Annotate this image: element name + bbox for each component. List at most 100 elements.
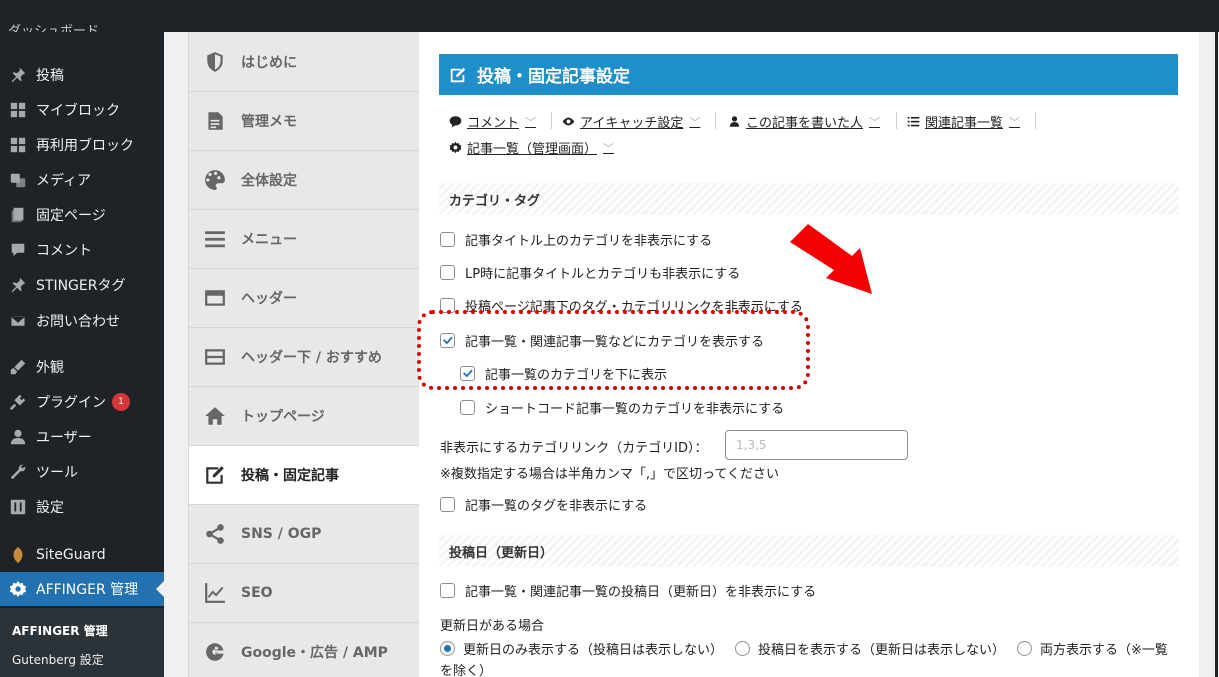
checkbox[interactable] [440, 497, 455, 512]
tab-header-below[interactable]: ヘッダー下 / おすすめ [189, 328, 420, 387]
wp-submenu-affinger-admin[interactable]: AFFINGER 管理 [12, 622, 108, 639]
tab-label: はじめに [241, 55, 297, 71]
option-label: ショートコード記事一覧のカテゴリを非表示にする [485, 402, 785, 417]
option-hide-shortcode-category[interactable]: ショートコード記事一覧のカテゴリを非表示にする [460, 398, 784, 417]
wp-menu-users[interactable]: ユーザー [0, 420, 164, 454]
wrench-icon [0, 463, 36, 481]
tab-seo[interactable]: SEO [189, 564, 420, 623]
checkbox[interactable] [460, 400, 475, 415]
plugin-icon [0, 393, 36, 411]
radio[interactable] [1017, 641, 1032, 656]
hide-category-id-input[interactable]: 1,3,5 [725, 430, 908, 460]
wp-menu-stinger-tag[interactable]: STINGERタグ [0, 268, 164, 302]
tab-menu[interactable]: メニュー [189, 210, 420, 269]
subnav-comment[interactable]: コメント ﹀ [449, 112, 536, 131]
radio-label: 更新日のみ表示する（投稿日は表示しない） [463, 643, 724, 658]
wp-menu-label: SiteGuard [36, 547, 106, 563]
wp-menu-label: ツール [36, 465, 78, 481]
palette-icon [189, 169, 241, 191]
tab-posts-pages[interactable]: 投稿・固定記事 [189, 446, 420, 505]
option-label: 記事一覧のタグを非表示にする [465, 499, 648, 514]
wp-menu-label: STINGERタグ [36, 278, 126, 294]
gear-icon [0, 580, 36, 598]
admin-top-bar: ダッシュボード [0, 0, 1219, 32]
page-icon [0, 206, 36, 224]
wp-menu-comments[interactable]: コメント [0, 233, 164, 267]
option-hide-tags-in-list[interactable]: 記事一覧のタグを非表示にする [440, 495, 647, 514]
subnav-eyecatch[interactable]: アイキャッチ設定 ﹀ [562, 112, 700, 131]
wp-admin-sidebar: 投稿 マイブロック 再利用ブロック メディア 固定ページ コメント STINGE… [0, 32, 164, 677]
blocks-icon [0, 101, 36, 119]
wp-menu-reusable-blocks[interactable]: 再利用ブロック [0, 128, 164, 162]
wp-menu-plugins[interactable]: プラグイン 1 [0, 385, 164, 419]
tab-label: 投稿・固定記事 [241, 468, 339, 484]
subnav-divider [1035, 112, 1036, 129]
tab-google-ads-amp[interactable]: Google・広告 / AMP [189, 623, 420, 677]
wp-menu-affinger-admin[interactable]: AFFINGER 管理 [0, 572, 164, 606]
wp-menu-contact[interactable]: お問い合わせ [0, 304, 164, 338]
subnav-related-posts[interactable]: 関連記事一覧 ﹀ [907, 112, 1020, 131]
tab-label: Google・広告 / AMP [241, 645, 388, 661]
option-label: LP時に記事タイトルとカテゴリも非表示にする [465, 267, 741, 282]
tab-top-page[interactable]: トップページ [189, 387, 420, 446]
subnav-label: この記事を書いた人 [746, 116, 864, 131]
wp-menu-label: 投稿 [36, 68, 64, 84]
wp-menu-posts[interactable]: 投稿 [0, 58, 164, 92]
chevron-down-icon: ﹀ [689, 115, 701, 129]
subnav-author[interactable]: この記事を書いた人 ﹀ [728, 112, 880, 131]
subnav-post-list-admin[interactable]: 記事一覧（管理画面） ﹀ [449, 138, 614, 157]
header-icon [189, 287, 241, 309]
wp-menu-appearance[interactable]: 外観 [0, 350, 164, 384]
wp-menu-label: メディア [36, 173, 92, 189]
option-hide-post-date[interactable]: 記事一覧・関連記事一覧の投稿日（更新日）を非表示にする [440, 581, 816, 600]
wp-menu-my-blocks[interactable]: マイブロック [0, 93, 164, 127]
wp-menu-tools[interactable]: ツール [0, 455, 164, 489]
clipped-menu-label: ダッシュボード [8, 24, 100, 32]
section-heading-category-tag: カテゴリ・タグ [439, 183, 1179, 215]
user-icon [0, 428, 36, 446]
tab-intro[interactable]: はじめに [189, 33, 420, 92]
radio-both[interactable]: 両方表示する（※一覧 [1017, 639, 1168, 658]
radio-label-wrap: を除く） [440, 664, 493, 677]
brush-icon [0, 358, 36, 376]
wp-menu-media[interactable]: メディア [0, 163, 164, 197]
pin-icon [0, 66, 36, 84]
radio[interactable] [735, 641, 750, 656]
radio-label: 両方表示する（※一覧 [1040, 643, 1168, 658]
subnav-label: 関連記事一覧 [925, 116, 1004, 131]
tab-label: SNS / OGP [241, 526, 322, 542]
wp-menu-pages[interactable]: 固定ページ [0, 198, 164, 232]
checkbox[interactable] [440, 265, 455, 280]
eye-icon [562, 117, 575, 126]
tab-label: トップページ [241, 409, 325, 425]
blocks-icon [0, 136, 36, 154]
wp-menu-label: コメント [36, 243, 92, 259]
tab-sns-ogp[interactable]: SNS / OGP [189, 505, 420, 564]
hide-category-id-label: 非表示にするカテゴリリンク（カテゴリID）： [440, 441, 708, 456]
radio-selected[interactable] [440, 641, 455, 656]
edit-icon [189, 464, 241, 486]
checkbox[interactable] [440, 232, 455, 247]
checkbox[interactable] [440, 583, 455, 598]
option-hide-category-above-title[interactable]: 記事タイトル上のカテゴリを非表示にする [440, 230, 712, 249]
chevron-down-icon: ﹀ [603, 141, 615, 155]
menu-icon [189, 228, 241, 250]
wp-menu-label: マイブロック [36, 103, 120, 119]
wp-menu-settings[interactable]: 設定 [0, 490, 164, 524]
tab-general-settings[interactable]: 全体設定 [189, 151, 420, 210]
google-icon [189, 641, 241, 663]
wp-submenu-gutenberg-settings[interactable]: Gutenberg 設定 [12, 651, 104, 668]
tab-label: 全体設定 [241, 173, 297, 189]
option-hide-title-category-lp[interactable]: LP時に記事タイトルとカテゴリも非表示にする [440, 263, 740, 282]
radio-post-date[interactable]: 投稿日を表示する（更新日は表示しない） [735, 639, 1005, 658]
pin-icon [0, 276, 36, 294]
tab-header[interactable]: ヘッダー [189, 269, 420, 328]
radio-update-only[interactable]: 更新日のみ表示する（投稿日は表示しない） [440, 639, 723, 658]
wp-menu-siteguard[interactable]: SiteGuard [0, 538, 164, 572]
update-count-badge: 1 [112, 393, 130, 411]
wp-menu-label: 外観 [36, 360, 64, 376]
page-title: 投稿・固定記事設定 [477, 67, 630, 87]
shield-icon [189, 51, 241, 73]
tab-admin-memo[interactable]: 管理メモ [189, 92, 420, 151]
tab-label: メニュー [241, 232, 297, 248]
